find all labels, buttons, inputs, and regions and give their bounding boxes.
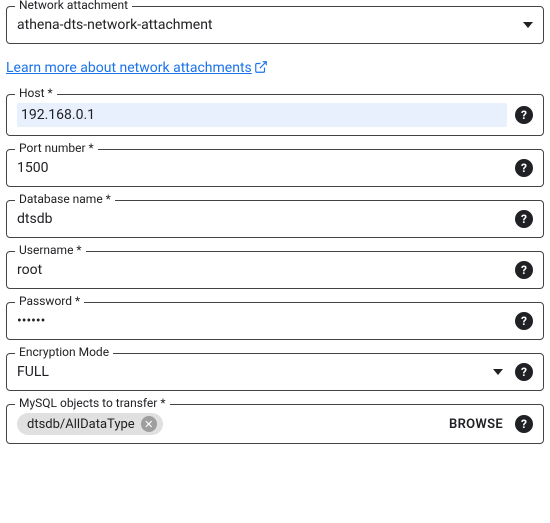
database-field[interactable]: Database name * dtsdb ? — [6, 200, 544, 238]
chevron-down-icon[interactable] — [523, 22, 533, 28]
learn-more-text: Learn more about network attachments — [6, 60, 252, 76]
host-field[interactable]: Host * 192.168.0.1 ? — [6, 94, 544, 136]
network-attachment-label: Network attachment — [15, 0, 132, 12]
help-icon[interactable]: ? — [515, 261, 533, 279]
chevron-down-icon[interactable] — [493, 369, 503, 375]
network-attachment-value: athena-dts-network-attachment — [17, 15, 515, 35]
username-label: Username * — [15, 243, 86, 257]
port-input[interactable]: 1500 — [17, 158, 507, 178]
objects-label: MySQL objects to transfer * — [15, 396, 170, 410]
port-field[interactable]: Port number * 1500 ? — [6, 149, 544, 187]
host-label: Host * — [15, 86, 57, 100]
objects-field[interactable]: MySQL objects to transfer * dtsdb/AllDat… — [6, 404, 544, 444]
password-field[interactable]: Password * •••••• ? — [6, 302, 544, 340]
help-icon[interactable]: ? — [515, 415, 533, 433]
help-icon[interactable]: ? — [515, 106, 533, 124]
help-icon[interactable]: ? — [515, 363, 533, 381]
object-chip: dtsdb/AllDataType ✕ — [17, 413, 163, 435]
encryption-field[interactable]: Encryption Mode FULL ? — [6, 353, 544, 391]
database-input[interactable]: dtsdb — [17, 209, 507, 229]
learn-more-row: Learn more about network attachments — [6, 60, 544, 76]
port-label: Port number * — [15, 141, 98, 155]
database-label: Database name * — [15, 192, 115, 206]
encryption-label: Encryption Mode — [15, 345, 113, 359]
help-icon[interactable]: ? — [515, 159, 533, 177]
username-field[interactable]: Username * root ? — [6, 251, 544, 289]
username-input[interactable]: root — [17, 260, 507, 280]
network-attachment-field[interactable]: Network attachment athena-dts-network-at… — [6, 6, 544, 44]
password-input[interactable]: •••••• — [17, 311, 507, 331]
encryption-value: FULL — [17, 362, 485, 382]
host-input[interactable]: 192.168.0.1 — [17, 103, 507, 127]
password-label: Password * — [15, 294, 84, 308]
object-chip-text: dtsdb/AllDataType — [27, 417, 135, 432]
browse-button[interactable]: BROWSE — [449, 417, 503, 432]
help-icon[interactable]: ? — [515, 210, 533, 228]
learn-more-link[interactable]: Learn more about network attachments — [6, 60, 268, 76]
close-icon[interactable]: ✕ — [141, 416, 157, 432]
help-icon[interactable]: ? — [515, 312, 533, 330]
external-link-icon — [254, 60, 268, 74]
